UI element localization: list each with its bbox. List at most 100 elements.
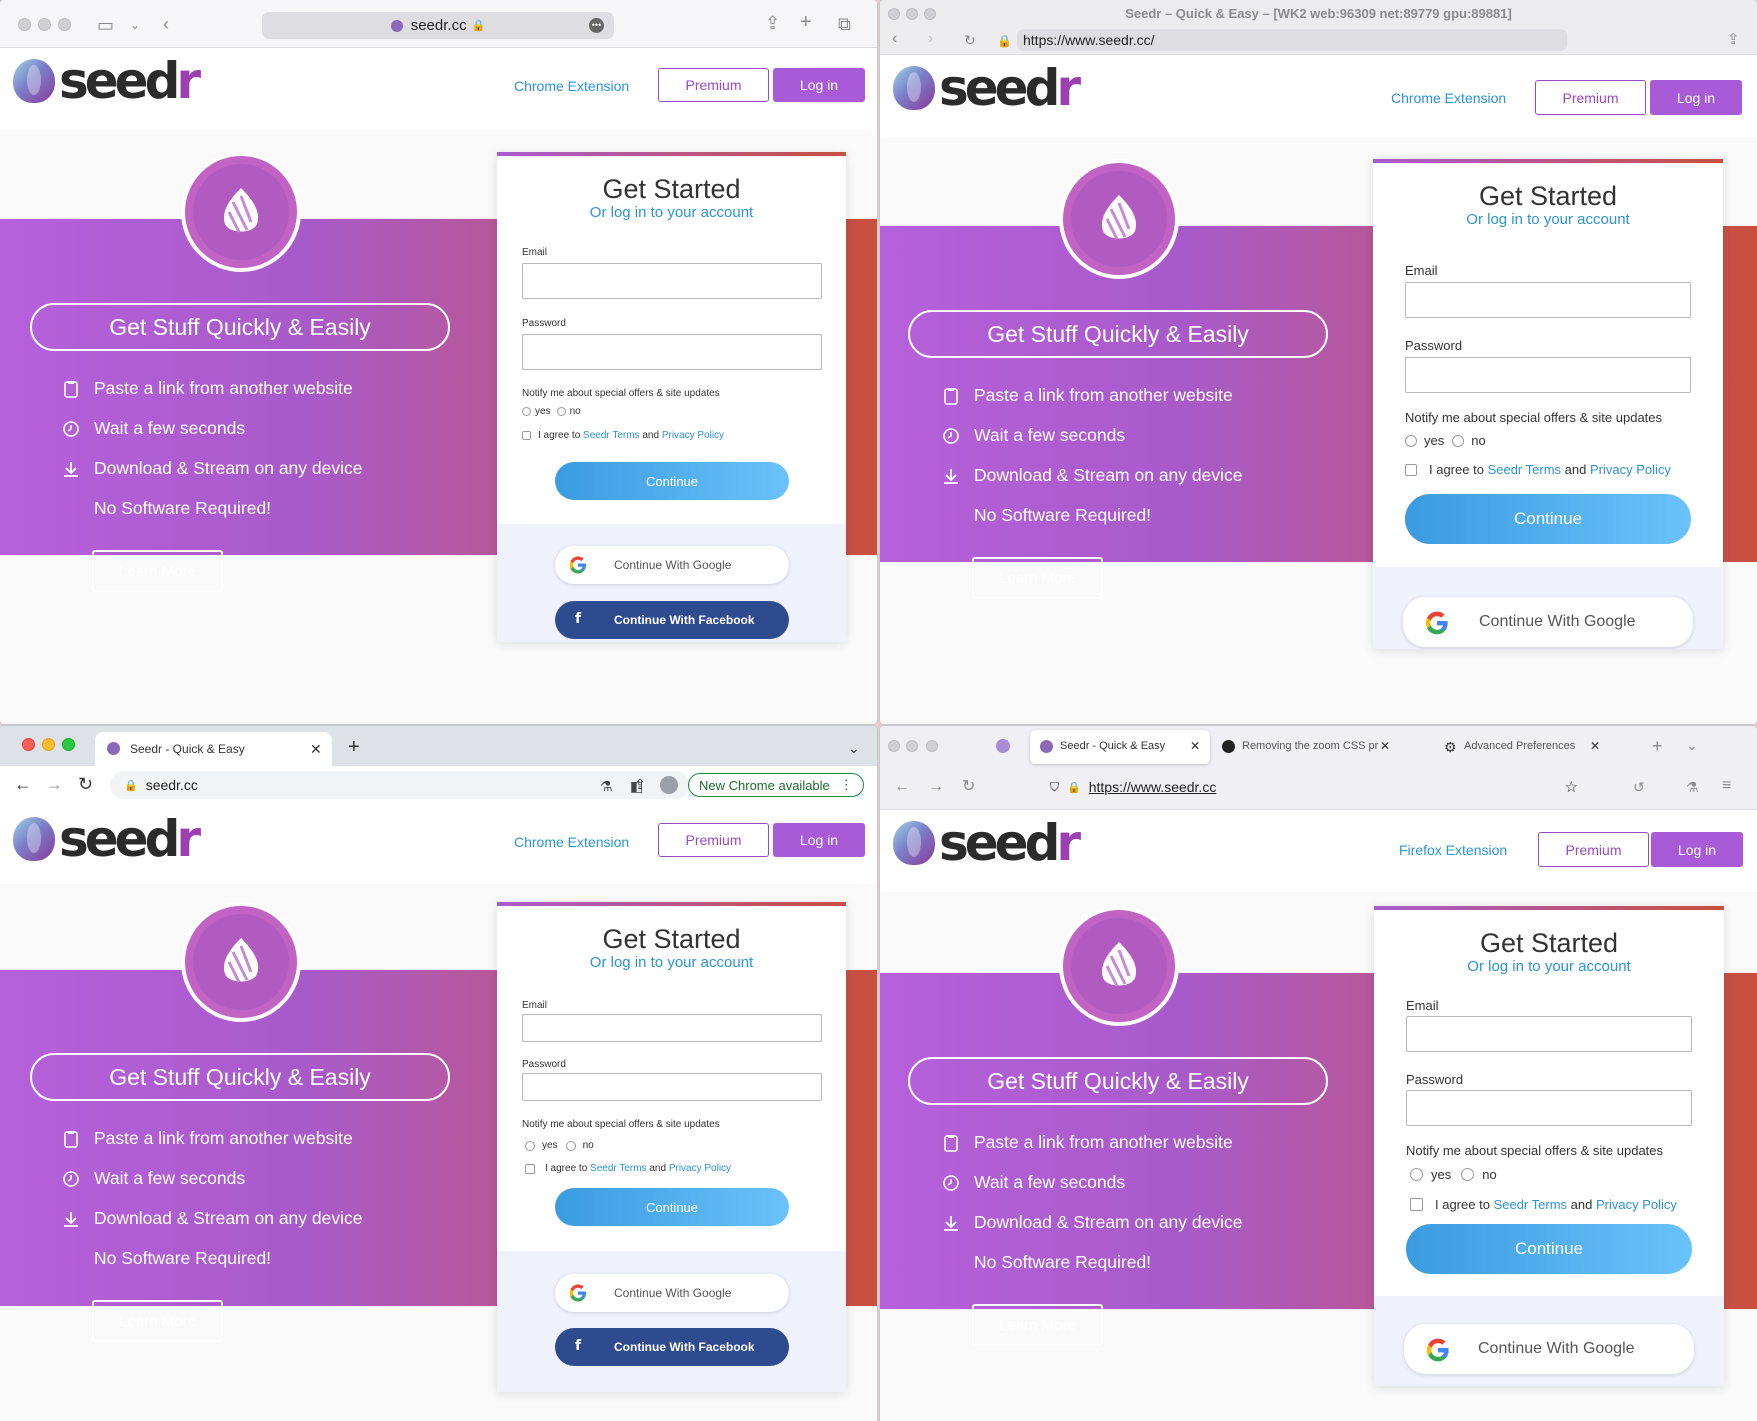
chrome-extension-link[interactable]: Chrome Extension: [514, 78, 629, 94]
close-tab-icon[interactable]: ✕: [1380, 739, 1390, 753]
profile-avatar[interactable]: [660, 776, 678, 794]
tab-advanced-preferences[interactable]: ⚙ Advanced Preferences ✕: [1442, 730, 1622, 764]
learn-more-button[interactable]: Learn More: [972, 1304, 1103, 1346]
tab-list-chevron-icon[interactable]: ⌄: [1686, 736, 1698, 754]
back-arrow-icon[interactable]: ←: [894, 778, 910, 796]
google-button[interactable]: Continue With Google: [1404, 1324, 1694, 1374]
premium-button[interactable]: Premium: [658, 823, 769, 857]
seedr-logo[interactable]: seedr: [893, 818, 1081, 868]
account-icon[interactable]: ↺: [1633, 778, 1645, 796]
tab-seedr[interactable]: Seedr - Quick & Easy ✕: [1030, 730, 1210, 764]
notify-no-radio[interactable]: [1452, 434, 1465, 447]
google-button[interactable]: Continue With Google: [1403, 597, 1693, 647]
new-tab-icon[interactable]: +: [1652, 737, 1663, 755]
new-chrome-available-button[interactable]: New Chrome available ⋮: [688, 773, 864, 797]
firefox-view-icon[interactable]: [996, 739, 1010, 753]
learn-more-button[interactable]: Learn More: [972, 557, 1103, 599]
login-link[interactable]: Or log in to your account: [497, 204, 846, 221]
chrome-extension-link[interactable]: Chrome Extension: [1391, 90, 1506, 106]
login-button[interactable]: Log in: [773, 823, 865, 857]
facebook-button[interactable]: f Continue With Facebook: [555, 601, 789, 639]
notify-yes-radio[interactable]: [1405, 434, 1417, 447]
login-link[interactable]: Or log in to your account: [1374, 958, 1724, 975]
password-field[interactable]: [522, 334, 822, 370]
terms-link[interactable]: Seedr Terms: [1494, 1197, 1567, 1212]
password-field[interactable]: [522, 1073, 822, 1101]
google-button[interactable]: Continue With Google: [555, 546, 789, 584]
reload-icon[interactable]: ↻: [962, 778, 975, 796]
premium-button[interactable]: Premium: [1538, 832, 1649, 867]
continue-button[interactable]: Continue: [1406, 1224, 1692, 1274]
terms-link[interactable]: Seedr Terms: [583, 430, 640, 441]
forward-arrow-icon[interactable]: →: [45, 775, 63, 793]
privacy-link[interactable]: Privacy Policy: [662, 430, 724, 441]
login-button[interactable]: Log in: [773, 68, 865, 102]
notify-no-radio[interactable]: [556, 407, 566, 416]
learn-more-button[interactable]: Learn More: [92, 550, 223, 592]
reload-icon[interactable]: ↻: [78, 775, 93, 793]
reload-icon[interactable]: ↻: [964, 31, 976, 49]
email-field[interactable]: [1405, 282, 1691, 318]
back-arrow-icon[interactable]: ‹: [892, 30, 897, 48]
password-field[interactable]: [1405, 357, 1691, 393]
extensions-icon[interactable]: ⚗: [600, 777, 613, 795]
google-button[interactable]: Continue With Google: [555, 1274, 789, 1312]
side-panel-icon[interactable]: ◧: [630, 777, 643, 795]
notify-yes-radio[interactable]: [525, 1140, 535, 1151]
agree-checkbox[interactable]: [525, 1163, 535, 1174]
email-field[interactable]: [522, 263, 822, 299]
notify-no-radio[interactable]: [1461, 1168, 1475, 1181]
premium-button[interactable]: Premium: [658, 68, 769, 102]
share-icon[interactable]: ⇪: [1727, 31, 1740, 49]
address-bar[interactable]: ⛉ 🔒 https://www.seedr.cc ☆: [1040, 772, 1590, 802]
tab-list-chevron-icon[interactable]: ⌄: [848, 739, 860, 757]
privacy-link[interactable]: Privacy Policy: [1590, 462, 1671, 477]
login-button[interactable]: Log in: [1650, 80, 1742, 115]
seedr-logo[interactable]: seedr: [893, 63, 1081, 113]
more-icon[interactable]: •••: [589, 18, 604, 33]
close-tab-icon[interactable]: ✕: [310, 741, 322, 758]
back-arrow-icon[interactable]: ←: [14, 775, 32, 793]
learn-more-button[interactable]: Learn More: [92, 1300, 223, 1342]
chrome-extension-link[interactable]: Chrome Extension: [514, 834, 629, 850]
sidebar-toggle-icon[interactable]: ▭: [97, 16, 114, 34]
new-tab-icon[interactable]: +: [348, 737, 360, 757]
agree-checkbox[interactable]: [1405, 463, 1417, 476]
notify-yes-radio[interactable]: [522, 407, 531, 416]
continue-button[interactable]: Continue: [555, 1188, 789, 1226]
notify-yes-radio[interactable]: [1410, 1168, 1423, 1181]
login-link[interactable]: Or log in to your account: [497, 954, 846, 971]
premium-button[interactable]: Premium: [1535, 80, 1646, 115]
new-tab-icon[interactable]: +: [800, 12, 812, 32]
menu-icon[interactable]: ≡: [1722, 777, 1731, 795]
back-arrow-icon[interactable]: ‹: [163, 15, 169, 33]
terms-link[interactable]: Seedr Terms: [590, 1163, 647, 1174]
privacy-link[interactable]: Privacy Policy: [669, 1163, 731, 1174]
share-icon[interactable]: ⇪: [765, 14, 780, 32]
forward-arrow-icon[interactable]: →: [928, 778, 944, 796]
bookmark-star-icon[interactable]: ☆: [1565, 778, 1578, 796]
facebook-button[interactable]: f Continue With Facebook: [555, 1328, 789, 1366]
tab-github[interactable]: Removing the zoom CSS pr ✕: [1220, 730, 1400, 764]
address-bar[interactable]: seedr.cc 🔒 •••: [262, 12, 614, 39]
login-link[interactable]: Or log in to your account: [1373, 211, 1723, 228]
tab-overview-icon[interactable]: ⧉: [838, 15, 851, 33]
email-field[interactable]: [522, 1014, 822, 1042]
email-field[interactable]: [1406, 1016, 1692, 1052]
close-tab-icon[interactable]: ✕: [1590, 739, 1600, 753]
address-bar[interactable]: https://www.seedr.cc/: [1017, 29, 1567, 51]
agree-checkbox[interactable]: [522, 431, 531, 440]
notify-no-radio[interactable]: [565, 1140, 576, 1151]
seedr-logo[interactable]: seedr: [13, 814, 201, 864]
continue-button[interactable]: Continue: [1405, 494, 1691, 544]
forward-arrow-icon[interactable]: ›: [928, 30, 933, 48]
continue-button[interactable]: Continue: [555, 462, 789, 500]
agree-checkbox[interactable]: [1410, 1198, 1423, 1211]
tab-seedr[interactable]: Seedr - Quick & Easy ✕: [95, 732, 332, 766]
chevron-down-icon[interactable]: ⌄: [130, 16, 140, 34]
extensions-icon[interactable]: ⚗: [1686, 778, 1699, 796]
password-field[interactable]: [1406, 1090, 1692, 1126]
seedr-logo[interactable]: seedr: [13, 56, 201, 106]
terms-link[interactable]: Seedr Terms: [1488, 462, 1561, 477]
firefox-extension-link[interactable]: Firefox Extension: [1399, 842, 1507, 858]
